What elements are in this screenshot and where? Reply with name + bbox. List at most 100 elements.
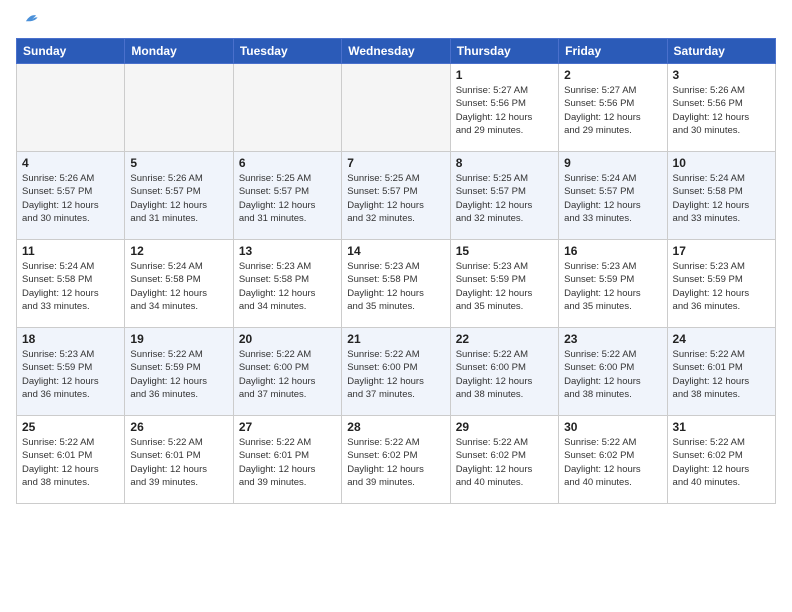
day-info: Sunrise: 5:22 AM Sunset: 5:59 PM Dayligh… [130, 348, 227, 401]
day-info: Sunrise: 5:22 AM Sunset: 6:01 PM Dayligh… [130, 436, 227, 489]
day-number: 19 [130, 332, 227, 346]
day-info: Sunrise: 5:27 AM Sunset: 5:56 PM Dayligh… [564, 84, 661, 137]
day-number: 22 [456, 332, 553, 346]
calendar-cell: 23 Sunrise: 5:22 AM Sunset: 6:00 PM Dayli… [559, 328, 667, 416]
day-info: Sunrise: 5:22 AM Sunset: 6:02 PM Dayligh… [456, 436, 553, 489]
logo-bird-icon [20, 8, 42, 30]
day-info: Sunrise: 5:23 AM Sunset: 5:59 PM Dayligh… [22, 348, 119, 401]
calendar-cell: 20 Sunrise: 5:22 AM Sunset: 6:00 PM Dayli… [233, 328, 341, 416]
day-number: 26 [130, 420, 227, 434]
day-number: 25 [22, 420, 119, 434]
day-number: 21 [347, 332, 444, 346]
calendar-cell: 13 Sunrise: 5:23 AM Sunset: 5:58 PM Dayli… [233, 240, 341, 328]
calendar-cell: 2 Sunrise: 5:27 AM Sunset: 5:56 PM Daylig… [559, 64, 667, 152]
day-info: Sunrise: 5:22 AM Sunset: 6:00 PM Dayligh… [347, 348, 444, 401]
calendar-table: SundayMondayTuesdayWednesdayThursdayFrid… [16, 38, 776, 504]
day-info: Sunrise: 5:22 AM Sunset: 6:02 PM Dayligh… [347, 436, 444, 489]
calendar-cell: 29 Sunrise: 5:22 AM Sunset: 6:02 PM Dayli… [450, 416, 558, 504]
calendar-cell: 18 Sunrise: 5:23 AM Sunset: 5:59 PM Dayli… [17, 328, 125, 416]
day-info: Sunrise: 5:24 AM Sunset: 5:58 PM Dayligh… [673, 172, 770, 225]
day-number: 20 [239, 332, 336, 346]
day-number: 5 [130, 156, 227, 170]
calendar-cell: 12 Sunrise: 5:24 AM Sunset: 5:58 PM Dayli… [125, 240, 233, 328]
day-number: 9 [564, 156, 661, 170]
calendar-cell: 4 Sunrise: 5:26 AM Sunset: 5:57 PM Daylig… [17, 152, 125, 240]
calendar-cell: 26 Sunrise: 5:22 AM Sunset: 6:01 PM Dayli… [125, 416, 233, 504]
day-number: 4 [22, 156, 119, 170]
calendar-week-row: 4 Sunrise: 5:26 AM Sunset: 5:57 PM Daylig… [17, 152, 776, 240]
day-info: Sunrise: 5:22 AM Sunset: 6:00 PM Dayligh… [239, 348, 336, 401]
calendar-cell: 3Sunrise: 5:26 AM Sunset: 5:56 PM Daylig… [667, 64, 775, 152]
day-info: Sunrise: 5:22 AM Sunset: 6:02 PM Dayligh… [673, 436, 770, 489]
day-info: Sunrise: 5:24 AM Sunset: 5:58 PM Dayligh… [130, 260, 227, 313]
calendar-cell: 24Sunrise: 5:22 AM Sunset: 6:01 PM Dayli… [667, 328, 775, 416]
day-info: Sunrise: 5:23 AM Sunset: 5:59 PM Dayligh… [673, 260, 770, 313]
calendar-cell: 17 Sunrise: 5:23 AM Sunset: 5:59 PM Dayli… [667, 240, 775, 328]
day-info: Sunrise: 5:26 AM Sunset: 5:57 PM Dayligh… [130, 172, 227, 225]
page-header [16, 16, 776, 30]
day-number: 23 [564, 332, 661, 346]
day-info: Sunrise: 5:22 AM Sunset: 6:00 PM Dayligh… [564, 348, 661, 401]
calendar-cell: 9 Sunrise: 5:24 AM Sunset: 5:57 PM Daylig… [559, 152, 667, 240]
calendar-cell: 28 Sunrise: 5:22 AM Sunset: 6:02 PM Dayli… [342, 416, 450, 504]
weekday-header: Thursday [450, 39, 558, 64]
day-number: 12 [130, 244, 227, 258]
day-number: 11 [22, 244, 119, 258]
calendar-cell: 10 Sunrise: 5:24 AM Sunset: 5:58 PM Dayli… [667, 152, 775, 240]
day-number: 29 [456, 420, 553, 434]
day-number: 2 [564, 68, 661, 82]
calendar-cell [233, 64, 341, 152]
calendar-cell [125, 64, 233, 152]
day-number: 28 [347, 420, 444, 434]
day-number: 13 [239, 244, 336, 258]
day-number: 10 [673, 156, 770, 170]
day-number: 17 [673, 244, 770, 258]
calendar-cell [17, 64, 125, 152]
weekday-header: Wednesday [342, 39, 450, 64]
day-number: 1 [456, 68, 553, 82]
day-number: 18 [22, 332, 119, 346]
day-number: 14 [347, 244, 444, 258]
calendar-cell: 16Sunrise: 5:23 AM Sunset: 5:59 PM Dayli… [559, 240, 667, 328]
calendar-week-row: 18 Sunrise: 5:23 AM Sunset: 5:59 PM Dayli… [17, 328, 776, 416]
day-info: Sunrise: 5:23 AM Sunset: 5:58 PM Dayligh… [239, 260, 336, 313]
day-info: Sunrise: 5:25 AM Sunset: 5:57 PM Dayligh… [347, 172, 444, 225]
calendar-cell: 15 Sunrise: 5:23 AM Sunset: 5:59 PM Dayli… [450, 240, 558, 328]
calendar-cell: 6 Sunrise: 5:25 AM Sunset: 5:57 PM Daylig… [233, 152, 341, 240]
weekday-header: Saturday [667, 39, 775, 64]
calendar-cell: 8 Sunrise: 5:25 AM Sunset: 5:57 PM Daylig… [450, 152, 558, 240]
weekday-header: Friday [559, 39, 667, 64]
day-info: Sunrise: 5:24 AM Sunset: 5:58 PM Dayligh… [22, 260, 119, 313]
day-number: 30 [564, 420, 661, 434]
day-info: Sunrise: 5:25 AM Sunset: 5:57 PM Dayligh… [239, 172, 336, 225]
day-info: Sunrise: 5:25 AM Sunset: 5:57 PM Dayligh… [456, 172, 553, 225]
calendar-cell: 19 Sunrise: 5:22 AM Sunset: 5:59 PM Dayli… [125, 328, 233, 416]
day-info: Sunrise: 5:24 AM Sunset: 5:57 PM Dayligh… [564, 172, 661, 225]
weekday-header: Tuesday [233, 39, 341, 64]
day-number: 8 [456, 156, 553, 170]
day-info: Sunrise: 5:22 AM Sunset: 6:01 PM Dayligh… [22, 436, 119, 489]
calendar-cell: 5 Sunrise: 5:26 AM Sunset: 5:57 PM Daylig… [125, 152, 233, 240]
calendar-cell: 21 Sunrise: 5:22 AM Sunset: 6:00 PM Dayli… [342, 328, 450, 416]
day-number: 31 [673, 420, 770, 434]
calendar-cell: 7 Sunrise: 5:25 AM Sunset: 5:57 PM Daylig… [342, 152, 450, 240]
day-info: Sunrise: 5:22 AM Sunset: 6:00 PM Dayligh… [456, 348, 553, 401]
day-number: 15 [456, 244, 553, 258]
day-info: Sunrise: 5:23 AM Sunset: 5:58 PM Dayligh… [347, 260, 444, 313]
calendar-cell: 30 Sunrise: 5:22 AM Sunset: 6:02 PM Dayli… [559, 416, 667, 504]
calendar-cell: 31 Sunrise: 5:22 AM Sunset: 6:02 PM Dayli… [667, 416, 775, 504]
day-number: 24 [673, 332, 770, 346]
day-info: Sunrise: 5:23 AM Sunset: 5:59 PM Dayligh… [456, 260, 553, 313]
day-number: 7 [347, 156, 444, 170]
calendar-cell: 25 Sunrise: 5:22 AM Sunset: 6:01 PM Dayli… [17, 416, 125, 504]
logo [16, 16, 42, 30]
calendar-cell [342, 64, 450, 152]
day-info: Sunrise: 5:22 AM Sunset: 6:01 PM Dayligh… [239, 436, 336, 489]
calendar-cell: 22 Sunrise: 5:22 AM Sunset: 6:00 PM Dayli… [450, 328, 558, 416]
calendar-week-row: 1 Sunrise: 5:27 AM Sunset: 5:56 PM Daylig… [17, 64, 776, 152]
day-number: 16 [564, 244, 661, 258]
day-info: Sunrise: 5:26 AM Sunset: 5:57 PM Dayligh… [22, 172, 119, 225]
day-info: Sunrise: 5:22 AM Sunset: 6:02 PM Dayligh… [564, 436, 661, 489]
day-number: 6 [239, 156, 336, 170]
calendar-cell: 27Sunrise: 5:22 AM Sunset: 6:01 PM Dayli… [233, 416, 341, 504]
